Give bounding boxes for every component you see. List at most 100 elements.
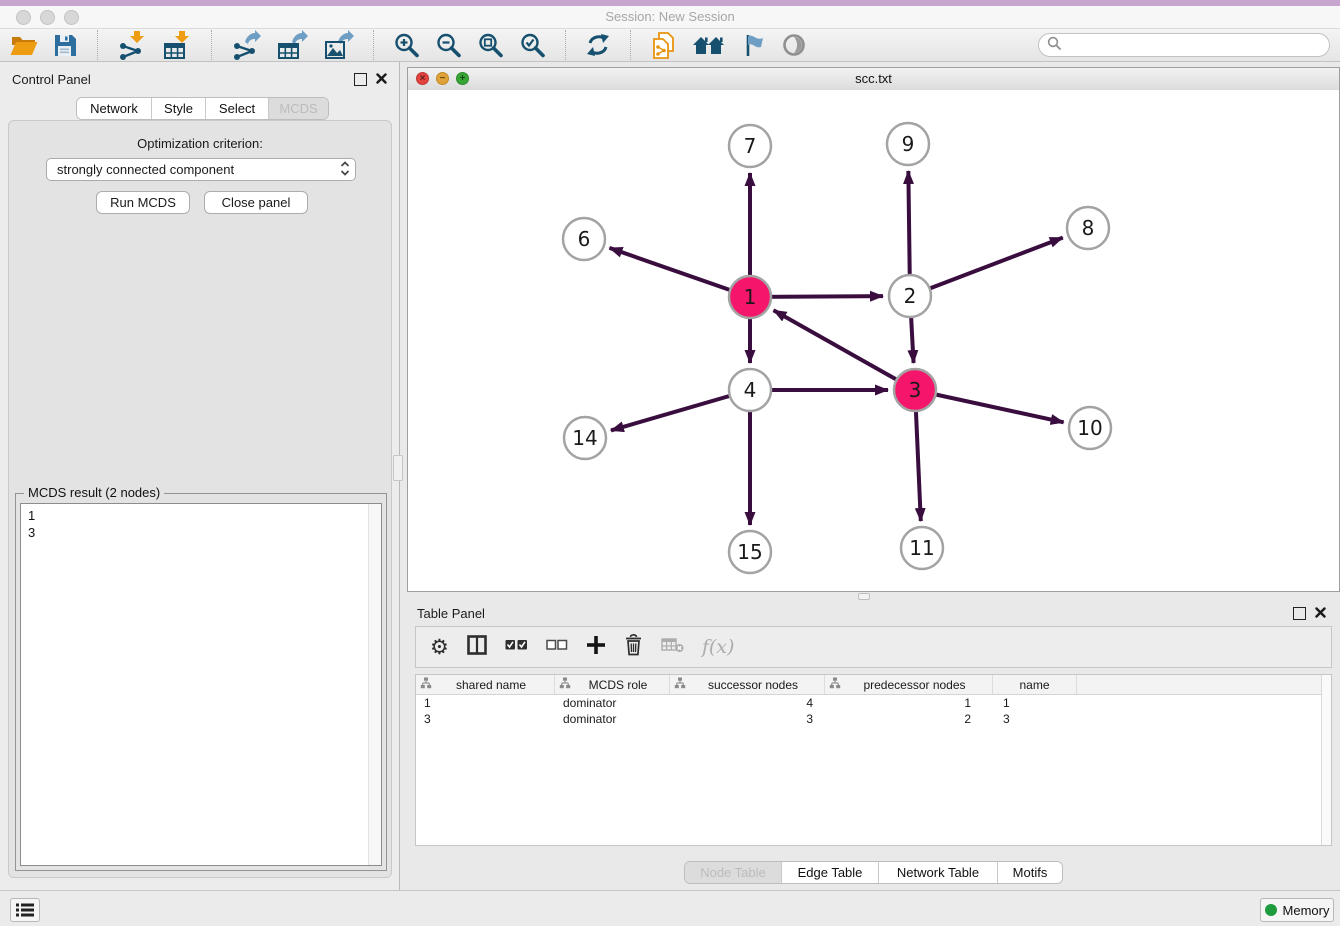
graph-edge-1-6[interactable] — [609, 248, 750, 297]
memory-button[interactable]: Memory — [1260, 898, 1334, 922]
main-toolbar — [0, 29, 1340, 62]
show-panels-button[interactable] — [10, 898, 40, 922]
vertical-splitter-grip[interactable] — [393, 455, 403, 481]
table-float-panel-icon[interactable] — [1293, 607, 1306, 625]
list-icon — [15, 902, 35, 918]
table-row[interactable]: 1 dominator 4 1 1 — [416, 695, 1331, 711]
show-columns-icon[interactable] — [467, 635, 487, 660]
memory-status-icon — [1265, 904, 1277, 916]
graph-node-label: 11 — [909, 536, 934, 560]
graph-node-9[interactable]: 9 — [887, 123, 929, 165]
zoom-out-icon[interactable] — [435, 32, 462, 59]
import-network-icon[interactable] — [117, 30, 147, 60]
column-tree-icon — [420, 677, 432, 692]
clone-network-icon[interactable] — [650, 31, 677, 60]
column-tree-icon — [559, 677, 571, 692]
node-table-header: shared name MCDS role successor nodes pr… — [416, 675, 1331, 695]
mcds-result-lines: 13 — [28, 507, 35, 541]
result-scrollbar[interactable] — [368, 504, 381, 865]
run-mcds-button[interactable]: Run MCDS — [96, 191, 190, 214]
column-header-shared-name[interactable]: shared name — [416, 675, 555, 694]
graph-node-7[interactable]: 7 — [729, 125, 771, 167]
zoom-window-button[interactable] — [64, 10, 79, 25]
mcds-panel-body: Optimization criterion: strongly connect… — [8, 120, 392, 878]
horizontal-splitter-grip[interactable] — [858, 593, 870, 600]
tab-style[interactable]: Style — [151, 98, 205, 119]
birds-eye-view-icon[interactable] — [781, 32, 807, 58]
tab-edge-table[interactable]: Edge Table — [781, 862, 878, 883]
tab-mcds[interactable]: MCDS — [268, 98, 328, 119]
graph-node-11[interactable]: 11 — [901, 527, 943, 569]
graph-node-4[interactable]: 4 — [729, 369, 771, 411]
mcds-result-textarea[interactable]: 13 — [20, 503, 382, 866]
graph-edge-3-1[interactable] — [774, 310, 915, 390]
graph-node-10[interactable]: 10 — [1069, 407, 1111, 449]
close-window-button[interactable] — [16, 10, 31, 25]
export-network-icon[interactable] — [231, 30, 261, 60]
graph-node-2[interactable]: 2 — [889, 275, 931, 317]
import-table-icon[interactable] — [162, 30, 192, 60]
minimize-window-button[interactable] — [40, 10, 55, 25]
open-session-icon[interactable] — [10, 32, 38, 58]
apply-layout-icon[interactable] — [585, 32, 611, 58]
save-session-icon[interactable] — [53, 33, 78, 58]
toolbar-separator — [97, 30, 98, 60]
column-header-successor-nodes[interactable]: successor nodes — [670, 675, 825, 694]
zoom-fit-icon[interactable] — [477, 32, 504, 59]
export-image-icon[interactable] — [323, 30, 354, 60]
table-settings-gear-icon[interactable]: ⚙ — [430, 637, 449, 658]
status-bar: Memory — [0, 890, 1340, 926]
criterion-dropdown[interactable]: strongly connected component — [46, 158, 356, 181]
column-header-predecessor-nodes[interactable]: predecessor nodes — [825, 675, 993, 694]
table-close-panel-icon[interactable] — [1315, 605, 1326, 623]
graph-edge-3-10[interactable] — [915, 390, 1064, 422]
create-column-icon[interactable] — [586, 635, 606, 660]
graph-node-6[interactable]: 6 — [563, 218, 605, 260]
session-title: Session: New Session — [0, 6, 1340, 28]
zoom-in-icon[interactable] — [393, 32, 420, 59]
table-scrollbar[interactable] — [1321, 675, 1331, 845]
control-panel: Control Panel Network Style Select MCDS … — [0, 62, 400, 890]
graph-node-label: 15 — [737, 540, 762, 564]
zoom-selected-icon[interactable] — [519, 32, 546, 59]
network-canvas[interactable]: 7 9 6 8 1 2 4 3 14 10 15 11 — [408, 90, 1339, 591]
export-table-icon[interactable] — [276, 30, 308, 60]
graph-edge-2-8[interactable] — [910, 238, 1063, 296]
network-graph[interactable]: 7 9 6 8 1 2 4 3 14 10 15 11 — [408, 90, 1339, 591]
network-window-titlebar[interactable]: × − + scc.txt — [408, 68, 1339, 91]
table-row[interactable]: 3 dominator 3 2 3 — [416, 711, 1331, 727]
delete-table-icon — [661, 636, 684, 658]
network-window-title: scc.txt — [408, 68, 1339, 89]
graph-node-14[interactable]: 14 — [564, 417, 606, 459]
unselect-all-columns-icon[interactable] — [546, 638, 568, 656]
tab-network-table[interactable]: Network Table — [878, 862, 997, 883]
graph-node-15[interactable]: 15 — [729, 531, 771, 573]
float-panel-icon[interactable] — [354, 73, 367, 91]
graphics-details-icon[interactable] — [740, 32, 766, 58]
close-panel-icon[interactable] — [376, 71, 387, 89]
tab-network[interactable]: Network — [77, 98, 151, 119]
application-window: Session: New Session — [0, 0, 1340, 926]
search-input[interactable] — [1066, 37, 1321, 54]
toolbar-separator — [373, 30, 374, 60]
select-all-columns-icon[interactable] — [505, 638, 528, 656]
delete-column-icon[interactable] — [624, 634, 643, 661]
network-close-button[interactable]: × — [416, 72, 429, 85]
graph-node-8[interactable]: 8 — [1067, 207, 1109, 249]
search-field — [1038, 33, 1330, 57]
memory-label: Memory — [1283, 903, 1330, 918]
node-table: shared name MCDS role successor nodes pr… — [415, 674, 1332, 846]
graph-node-label: 14 — [572, 426, 597, 450]
column-header-name[interactable]: name — [993, 675, 1077, 694]
criterion-value: strongly connected component — [57, 162, 234, 177]
tab-motifs[interactable]: Motifs — [997, 862, 1062, 883]
home-view-icon[interactable] — [692, 33, 725, 57]
graph-node-1[interactable]: 1 — [729, 276, 771, 318]
tab-node-table[interactable]: Node Table — [685, 862, 781, 883]
tab-select[interactable]: Select — [205, 98, 268, 119]
column-header-mcds-role[interactable]: MCDS role — [555, 675, 670, 694]
network-minimize-button[interactable]: − — [436, 72, 449, 85]
graph-node-3[interactable]: 3 — [894, 369, 936, 411]
close-panel-button[interactable]: Close panel — [204, 191, 308, 214]
network-zoom-button[interactable]: + — [456, 72, 469, 85]
